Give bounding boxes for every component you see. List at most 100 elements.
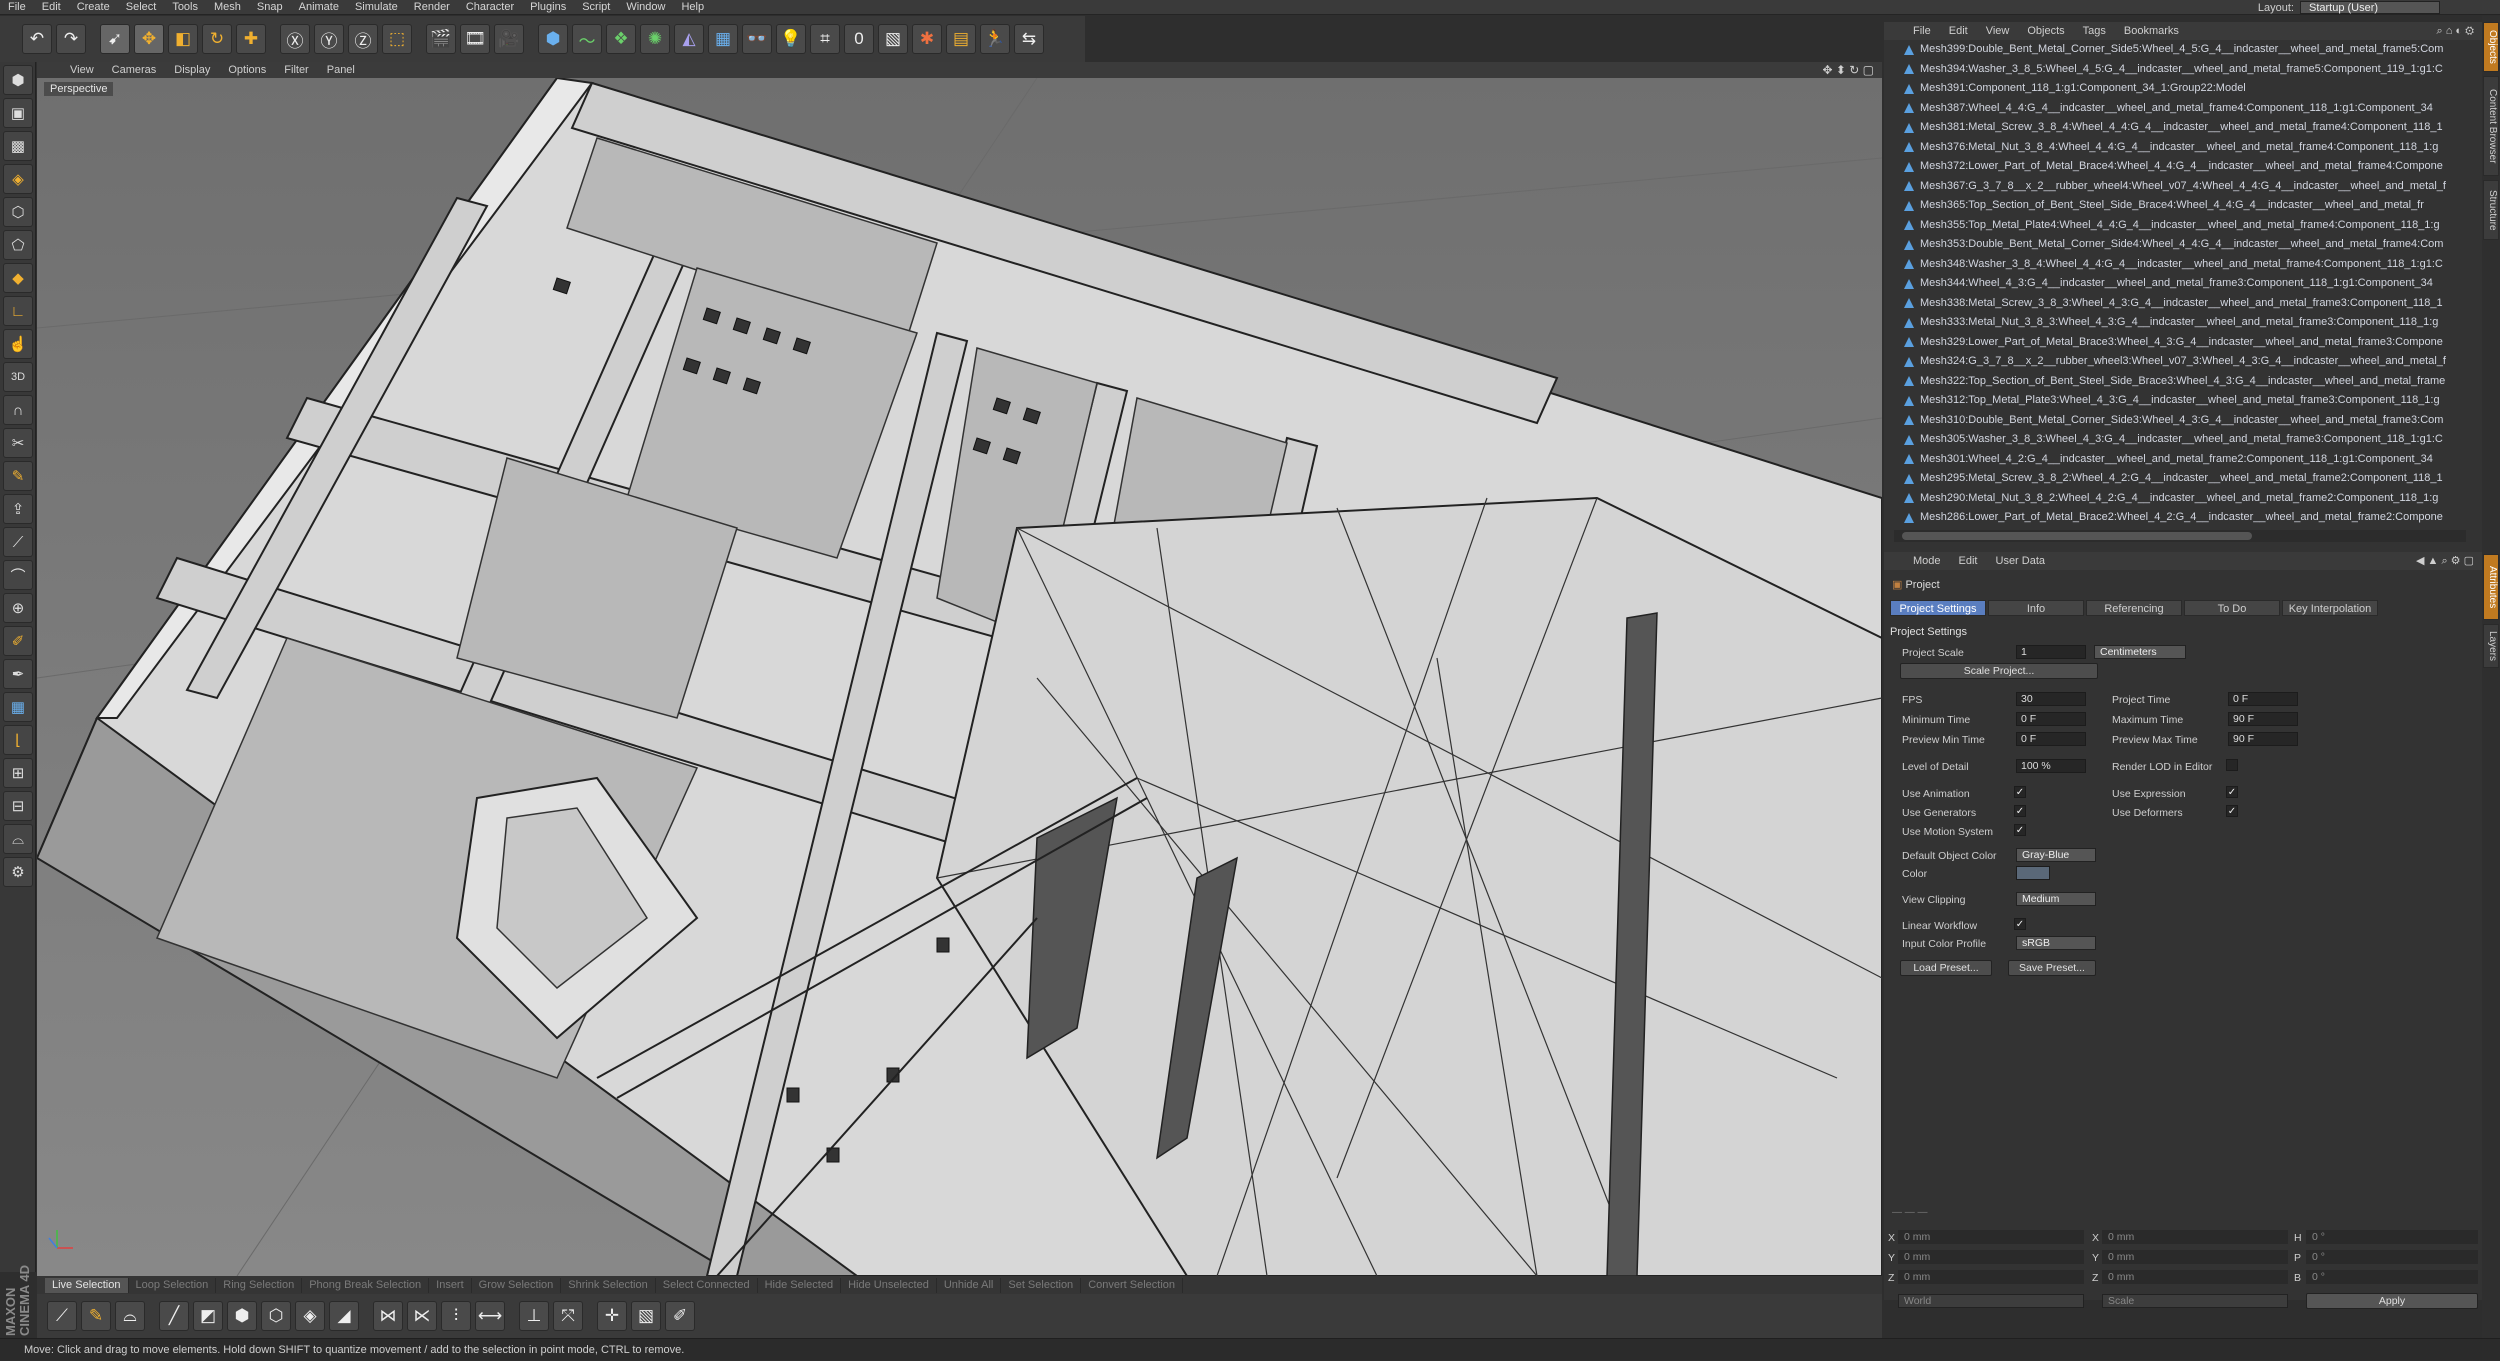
bevel-icon[interactable]: ⟋ bbox=[3, 527, 33, 557]
viewport-camera-label[interactable]: Perspective bbox=[44, 82, 114, 96]
subdivision-icon[interactable]: ❖ bbox=[606, 24, 636, 54]
menu-file[interactable]: File bbox=[0, 1, 34, 13]
preview-max-field[interactable]: 90 F bbox=[2228, 732, 2298, 746]
object-list-item[interactable]: Mesh295:Metal_Screw_3_8_2:Wheel_4_2:G_4_… bbox=[1894, 469, 2466, 489]
menu-mesh[interactable]: Mesh bbox=[206, 1, 249, 13]
coord-scale-dropdown[interactable]: Scale bbox=[2102, 1294, 2288, 1308]
object-list-item[interactable]: Mesh348:Washer_3_8_4:Wheel_4_4:G_4__indc… bbox=[1894, 255, 2466, 275]
input-profile-dropdown[interactable]: sRGB bbox=[2016, 936, 2096, 950]
objects-menu-bookmarks[interactable]: Bookmarks bbox=[2115, 25, 2188, 37]
object-list-item[interactable]: Mesh290:Metal_Nut_3_8_2:Wheel_4_2:G_4__i… bbox=[1894, 489, 2466, 509]
character-icon[interactable]: 🏃 bbox=[980, 24, 1010, 54]
brush-icon[interactable]: ✎ bbox=[3, 461, 33, 491]
tab-key-interpolation[interactable]: Key Interpolation bbox=[2282, 600, 2378, 616]
texture-mode-icon[interactable]: ▩ bbox=[3, 131, 33, 161]
light-icon[interactable]: 💡 bbox=[776, 24, 806, 54]
vtab-objects[interactable]: Objects bbox=[2483, 22, 2499, 72]
object-list-item[interactable]: Mesh344:Wheel_4_3:G_4__indcaster__wheel_… bbox=[1894, 274, 2466, 294]
workplane-icon[interactable]: ◈ bbox=[3, 164, 33, 194]
array-icon[interactable]: ✺ bbox=[640, 24, 670, 54]
coord-rot-b[interactable]: 0 ° bbox=[2306, 1270, 2478, 1284]
object-list-item[interactable]: Mesh333:Metal_Nut_3_8_3:Wheel_4_3:G_4__i… bbox=[1894, 313, 2466, 333]
project-scale-field[interactable]: 1 bbox=[2016, 645, 2086, 659]
vtab-attributes[interactable]: Attributes bbox=[2483, 554, 2499, 620]
bridge-icon[interactable]: ⌒ bbox=[3, 560, 33, 590]
object-list-item[interactable]: Mesh324:G_3_7_8__x_2__rubber_wheel3:Whee… bbox=[1894, 352, 2466, 372]
menu-create[interactable]: Create bbox=[69, 1, 118, 13]
magnet-tool-icon[interactable]: ✛ bbox=[597, 1301, 627, 1331]
object-list-item[interactable]: Mesh338:Metal_Screw_3_8_3:Wheel_4_3:G_4_… bbox=[1894, 294, 2466, 314]
coord-pos-y[interactable]: 0 mm bbox=[1898, 1250, 2084, 1264]
make-editable-icon[interactable]: ⬢ bbox=[3, 65, 33, 95]
scale-tool-icon[interactable]: ◧ bbox=[168, 24, 198, 54]
undo-icon[interactable]: ↶ bbox=[22, 24, 52, 54]
paint-icon[interactable]: ✐ bbox=[3, 626, 33, 656]
object-list-item[interactable]: Mesh355:Top_Metal_Plate4:Wheel_4_4:G_4__… bbox=[1894, 216, 2466, 236]
plane-cut-icon[interactable]: ◩ bbox=[193, 1301, 223, 1331]
polygons-mode-icon[interactable]: ◆ bbox=[3, 263, 33, 293]
live-select-icon[interactable]: ➹ bbox=[100, 24, 130, 54]
smooth-shift-icon[interactable]: ▧ bbox=[631, 1301, 661, 1331]
attr-menu-edit[interactable]: Edit bbox=[1950, 555, 1987, 567]
brush-tool-icon[interactable]: ✐ bbox=[665, 1301, 695, 1331]
extrude-tool-icon[interactable]: ⬡ bbox=[261, 1301, 291, 1331]
vtab-structure[interactable]: Structure bbox=[2483, 180, 2499, 240]
3d-snap-icon[interactable]: 3D bbox=[3, 362, 33, 392]
menu-tools[interactable]: Tools bbox=[164, 1, 206, 13]
objects-menu-file[interactable]: File bbox=[1904, 25, 1940, 37]
save-preset-button[interactable]: Save Preset... bbox=[2008, 960, 2096, 976]
x-axis-icon[interactable]: Ⓧ bbox=[280, 24, 310, 54]
render-lod-checkbox[interactable] bbox=[2226, 759, 2238, 771]
object-list-scrollbar[interactable] bbox=[1894, 530, 2466, 542]
attr-menu-mode[interactable]: Mode bbox=[1904, 555, 1950, 567]
menu-snap[interactable]: Snap bbox=[249, 1, 291, 13]
use-generators-checkbox[interactable]: ✓ bbox=[2014, 805, 2026, 817]
object-list-item[interactable]: Mesh312:Top_Metal_Plate3:Wheel_4_3:G_4__… bbox=[1894, 391, 2466, 411]
spline-icon[interactable]: 〜 bbox=[572, 24, 602, 54]
menu-script[interactable]: Script bbox=[574, 1, 618, 13]
objects-menu-objects[interactable]: Objects bbox=[2018, 25, 2073, 37]
viewport-menu-filter[interactable]: Filter bbox=[275, 64, 317, 76]
camera-icon[interactable]: 👓 bbox=[742, 24, 772, 54]
tab-info[interactable]: Info bbox=[1988, 600, 2084, 616]
use-animation-checkbox[interactable]: ✓ bbox=[2014, 786, 2026, 798]
hair-icon[interactable]: ✱ bbox=[912, 24, 942, 54]
layout-dropdown[interactable]: Startup (User) bbox=[2300, 1, 2440, 14]
knife-tool-icon[interactable]: ⟋ bbox=[47, 1301, 77, 1331]
mirror-icon[interactable]: ⋈ bbox=[373, 1301, 403, 1331]
coord-size-y[interactable]: 0 mm bbox=[2102, 1250, 2288, 1264]
menu-window[interactable]: Window bbox=[618, 1, 673, 13]
hide-unselected-button[interactable]: Hide Unselected bbox=[841, 1277, 937, 1293]
extrude-icon[interactable]: ⇪ bbox=[3, 494, 33, 524]
mograph-icon[interactable]: ▧ bbox=[878, 24, 908, 54]
objects-menu-tags[interactable]: Tags bbox=[2074, 25, 2115, 37]
viewport-menu-panel[interactable]: Panel bbox=[318, 64, 364, 76]
extrude-inner-icon[interactable]: ◈ bbox=[295, 1301, 325, 1331]
align-icon[interactable]: ⊥ bbox=[519, 1301, 549, 1331]
z-axis-icon[interactable]: Ⓩ bbox=[348, 24, 378, 54]
convert-selection-button[interactable]: Convert Selection bbox=[1081, 1277, 1184, 1293]
set-selection-button[interactable]: Set Selection bbox=[1001, 1277, 1082, 1293]
object-list-item[interactable]: Mesh286:Lower_Part_of_Metal_Brace2:Wheel… bbox=[1894, 508, 2466, 528]
coord-size-x[interactable]: 0 mm bbox=[2102, 1230, 2288, 1244]
tab-project-settings[interactable]: Project Settings bbox=[1890, 600, 1986, 616]
menu-simulate[interactable]: Simulate bbox=[347, 1, 406, 13]
object-list-item[interactable]: Mesh399:Double_Bent_Metal_Corner_Side5:W… bbox=[1894, 40, 2466, 60]
guide-icon[interactable]: ⌊ bbox=[3, 725, 33, 755]
object-list-item[interactable]: Mesh305:Washer_3_8_3:Wheel_4_3:G_4__indc… bbox=[1894, 430, 2466, 450]
viewport-nav-icons[interactable]: ✥ ⬍ ↻ ▢ bbox=[1822, 63, 1882, 77]
coord-rot-h[interactable]: 0 ° bbox=[2306, 1230, 2478, 1244]
object-list-item[interactable]: Mesh365:Top_Section_of_Bent_Steel_Side_B… bbox=[1894, 196, 2466, 216]
use-deformers-checkbox[interactable]: ✓ bbox=[2226, 805, 2238, 817]
max-time-field[interactable]: 90 F bbox=[2228, 712, 2298, 726]
unhide-all-button[interactable]: Unhide All bbox=[937, 1277, 1002, 1293]
use-motion-checkbox[interactable]: ✓ bbox=[2014, 824, 2026, 836]
lock-icon[interactable]: ⊟ bbox=[3, 791, 33, 821]
slide-icon[interactable]: ⟷ bbox=[475, 1301, 505, 1331]
object-list-item[interactable]: Mesh372:Lower_Part_of_Metal_Brace4:Wheel… bbox=[1894, 157, 2466, 177]
deformer-icon[interactable]: ◭ bbox=[674, 24, 704, 54]
object-list-item[interactable]: Mesh310:Double_Bent_Metal_Corner_Side3:W… bbox=[1894, 411, 2466, 431]
object-list-item[interactable]: Mesh322:Top_Section_of_Bent_Steel_Side_B… bbox=[1894, 372, 2466, 392]
object-list-item[interactable]: Mesh387:Wheel_4_4:G_4__indcaster__wheel_… bbox=[1894, 99, 2466, 119]
coord-rot-p[interactable]: 0 ° bbox=[2306, 1250, 2478, 1264]
